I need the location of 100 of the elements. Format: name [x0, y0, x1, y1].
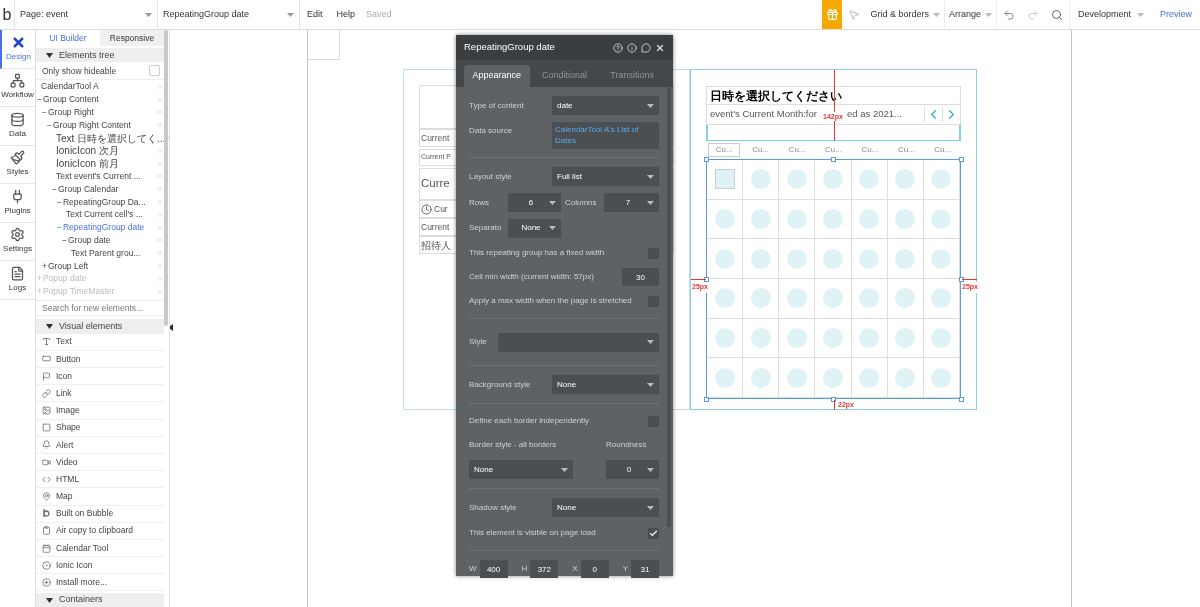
- eye-icon[interactable]: [157, 288, 163, 295]
- selection-handle[interactable]: [704, 397, 709, 402]
- element-item[interactable]: Alert: [36, 436, 164, 454]
- element-item[interactable]: Link: [36, 385, 164, 403]
- day-cell[interactable]: [931, 328, 952, 348]
- tree-item[interactable]: −Group Calendar: [36, 182, 164, 196]
- day-cell[interactable]: [750, 288, 771, 309]
- day-cell[interactable]: [714, 288, 735, 309]
- element-dropdown[interactable]: RepeatingGroup date: [158, 0, 300, 29]
- day-cell[interactable]: [823, 248, 843, 269]
- number-field[interactable]: 400: [479, 560, 508, 578]
- element-item[interactable]: Built on Bubble: [36, 505, 164, 523]
- day-cell[interactable]: [931, 367, 952, 388]
- panel-tab[interactable]: Responsive: [100, 30, 164, 47]
- dropdown[interactable]: None: [508, 218, 561, 238]
- dropdown[interactable]: None: [552, 375, 659, 394]
- day-cell[interactable]: [750, 367, 771, 388]
- day-cell[interactable]: [714, 367, 735, 388]
- section-header[interactable]: Containers: [36, 593, 164, 607]
- preview-link[interactable]: Preview: [1152, 7, 1200, 22]
- day-cell[interactable]: [823, 367, 843, 388]
- tree-item[interactable]: +Group Left: [36, 259, 164, 273]
- element-item[interactable]: Calendar Tool: [36, 539, 164, 558]
- tree-item[interactable]: −Group Content: [36, 93, 164, 107]
- gift-button[interactable]: [822, 0, 843, 29]
- selection-handle[interactable]: [959, 157, 964, 162]
- dropdown[interactable]: None: [469, 460, 573, 479]
- element-item[interactable]: Shape: [36, 419, 164, 437]
- element-item[interactable]: Button: [36, 350, 164, 369]
- day-cell[interactable]: [786, 288, 807, 309]
- element-item[interactable]: Install more...: [36, 574, 164, 592]
- day-cell[interactable]: [786, 169, 807, 190]
- day-cell[interactable]: [931, 209, 952, 229]
- nav-item[interactable]: Workflow: [0, 68, 35, 107]
- day-cell[interactable]: [931, 288, 952, 309]
- eye-icon[interactable]: [157, 275, 163, 282]
- day-cell[interactable]: [823, 209, 843, 229]
- eye-icon[interactable]: [157, 250, 163, 257]
- eye-icon[interactable]: [157, 147, 163, 154]
- eye-icon[interactable]: [157, 237, 163, 244]
- tree-item[interactable]: −Group date: [36, 234, 164, 247]
- day-cell[interactable]: [714, 169, 735, 190]
- day-cell[interactable]: [895, 209, 916, 229]
- nav-item[interactable]: Data: [0, 107, 35, 146]
- tree-item[interactable]: Text Current cell's ...: [36, 208, 164, 222]
- element-item[interactable]: Air copy to clipboard: [36, 522, 164, 540]
- eye-icon[interactable]: [157, 122, 163, 129]
- day-cell[interactable]: [931, 169, 952, 190]
- day-cell[interactable]: [786, 328, 807, 348]
- logo[interactable]: b: [0, 6, 14, 23]
- search-icon[interactable]: [1050, 8, 1063, 21]
- element-item[interactable]: Image: [36, 402, 164, 420]
- eye-icon[interactable]: [157, 263, 163, 269]
- eye-icon[interactable]: [157, 211, 163, 218]
- day-cell[interactable]: [859, 169, 880, 190]
- dropdown[interactable]: Full list: [552, 167, 659, 186]
- selection-handle[interactable]: [831, 157, 836, 162]
- day-cell[interactable]: [823, 169, 843, 190]
- day-cell[interactable]: [786, 248, 807, 269]
- info-icon[interactable]: [627, 42, 637, 53]
- day-cell[interactable]: [859, 367, 880, 388]
- scrollbar[interactable]: [164, 30, 168, 326]
- day-cell[interactable]: [895, 169, 916, 190]
- nav-item[interactable]: Logs: [0, 261, 35, 300]
- dropdown[interactable]: 6: [508, 193, 561, 212]
- redo-icon[interactable]: [1026, 8, 1039, 21]
- eye-icon[interactable]: [157, 186, 163, 193]
- element-item[interactable]: HTML: [36, 471, 164, 489]
- element-item[interactable]: Text: [36, 333, 164, 351]
- checkbox[interactable]: [149, 65, 160, 77]
- number-field[interactable]: 0: [580, 560, 609, 578]
- comment-icon[interactable]: [641, 42, 651, 53]
- selection-handle[interactable]: [959, 397, 964, 402]
- day-cell[interactable]: [750, 248, 771, 269]
- dropdown[interactable]: date: [552, 96, 659, 115]
- checkbox[interactable]: [648, 527, 659, 539]
- nav-item[interactable]: Settings: [0, 222, 35, 261]
- day-cell[interactable]: [750, 328, 771, 348]
- element-item[interactable]: Icon: [36, 368, 164, 386]
- day-cell[interactable]: [714, 209, 735, 229]
- dropdown[interactable]: 0: [606, 460, 659, 479]
- tree-item[interactable]: −RepeatingGroup date: [36, 221, 164, 235]
- eye-icon[interactable]: [157, 199, 163, 206]
- menu-item[interactable]: Edit: [300, 0, 330, 29]
- search-field[interactable]: Search for new elements...: [36, 300, 164, 317]
- close-icon[interactable]: [655, 42, 665, 53]
- eye-icon[interactable]: [157, 83, 163, 90]
- day-cell[interactable]: [823, 288, 843, 309]
- section-header[interactable]: Elements tree: [36, 48, 164, 63]
- selection-handle[interactable]: [831, 397, 836, 402]
- tree-item[interactable]: IonicIcon 次月: [36, 144, 164, 158]
- day-cell[interactable]: [786, 209, 807, 229]
- number-field[interactable]: 31: [631, 560, 659, 578]
- eye-icon[interactable]: [157, 160, 163, 167]
- day-cell[interactable]: [823, 328, 843, 348]
- tree-item[interactable]: −RepeatingGroup Da...: [36, 195, 164, 209]
- day-cell[interactable]: [859, 248, 880, 269]
- day-cell[interactable]: [714, 328, 735, 348]
- eye-icon[interactable]: [157, 109, 163, 116]
- dropdown[interactable]: 7: [604, 193, 659, 212]
